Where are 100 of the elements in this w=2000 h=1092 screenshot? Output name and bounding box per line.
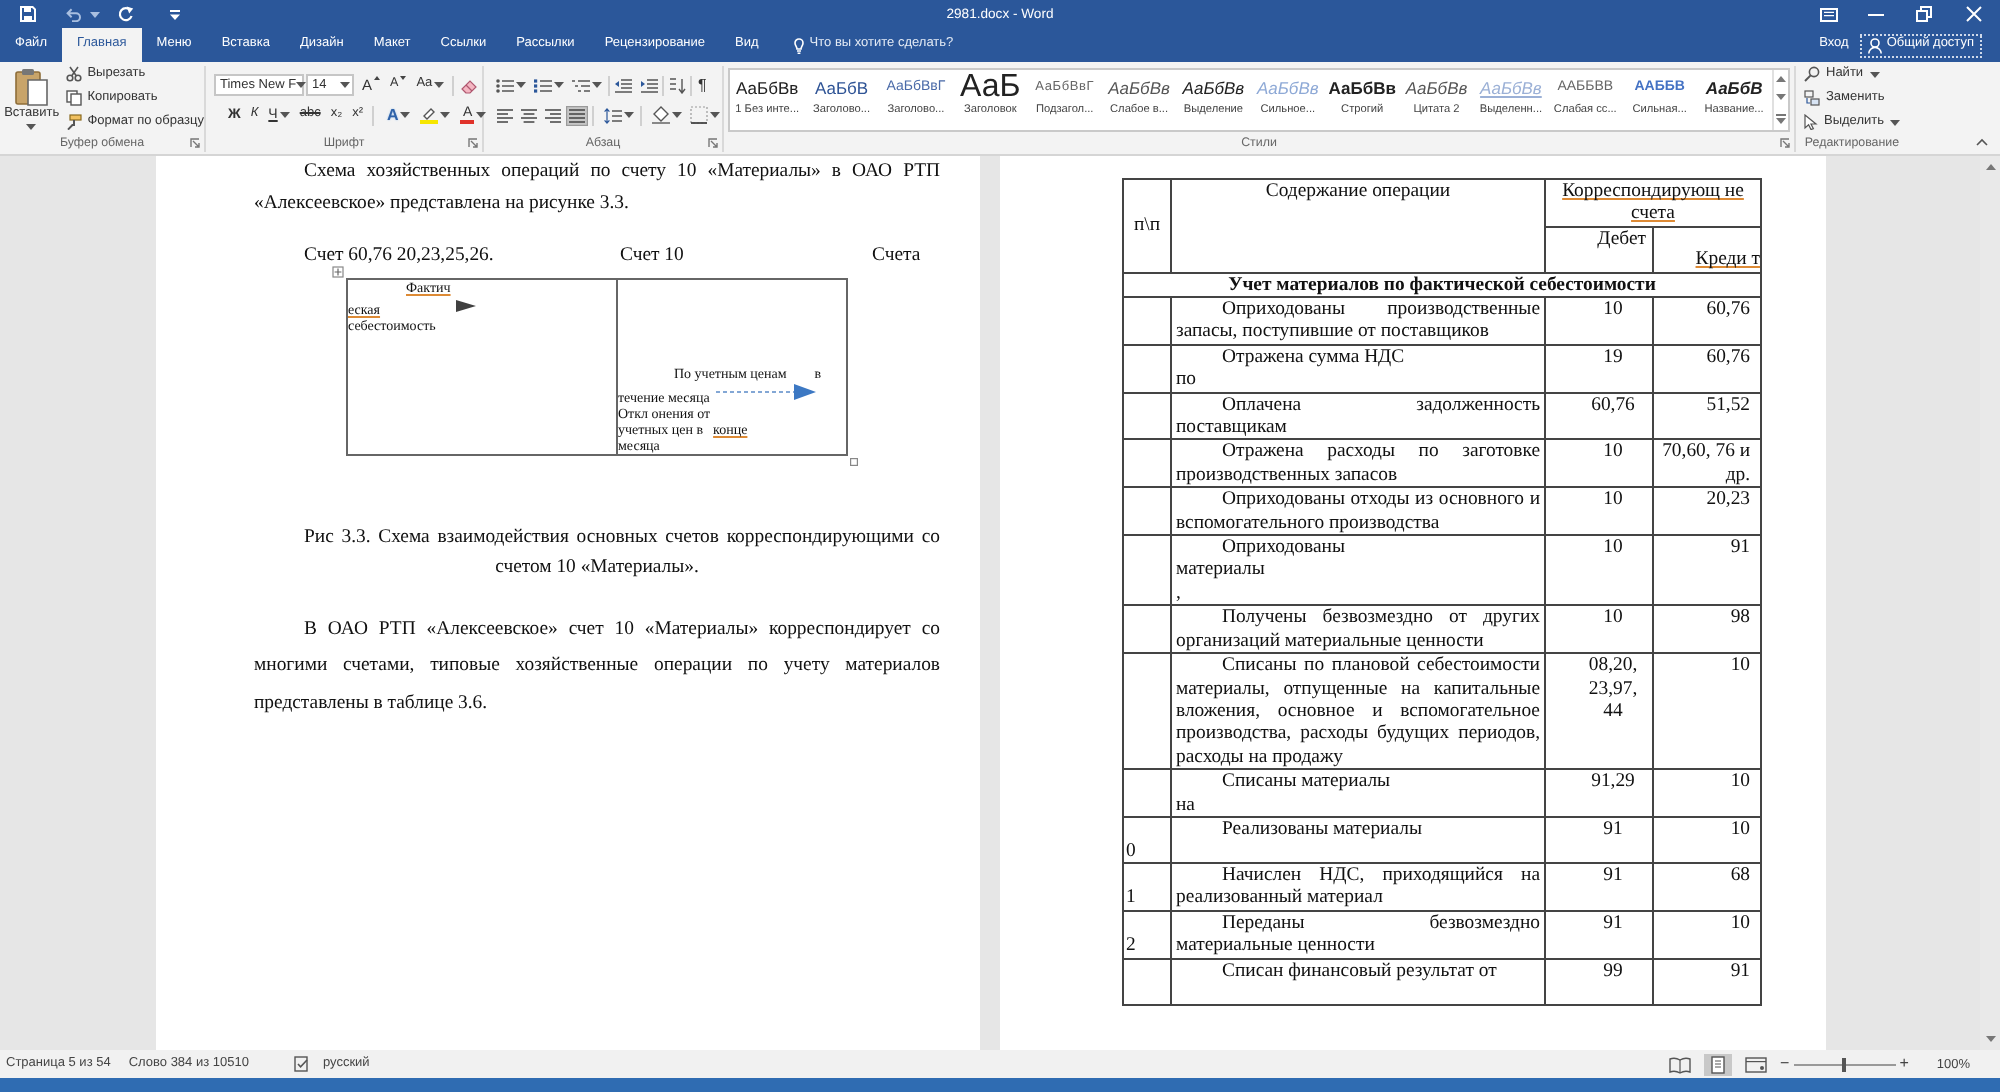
scroll-up-icon[interactable] <box>1985 164 1995 170</box>
bullets-button[interactable] <box>494 74 528 96</box>
dialog-launcher-icon[interactable] <box>190 138 200 148</box>
caret-icon <box>440 112 451 118</box>
dashed-arrow-icon <box>715 384 816 400</box>
table-cell: 19 <box>1545 344 1653 393</box>
dialog-launcher-icon[interactable] <box>708 138 718 148</box>
ribbon-display-icon[interactable] <box>1820 7 1838 21</box>
table-cell: 60,76 <box>1653 297 1762 345</box>
line-spacing-button[interactable] <box>602 104 636 126</box>
caret-icon <box>26 123 37 129</box>
table-cell: Оплачена задолженность поставщикам <box>1171 392 1545 440</box>
zoom-in-button[interactable]: + <box>1899 1056 1909 1072</box>
read-mode-icon[interactable] <box>1666 1053 1695 1075</box>
paint-bucket-icon <box>652 106 670 124</box>
borders-icon <box>690 106 708 124</box>
multilevel-list-button[interactable] <box>570 74 604 96</box>
align-left-icon[interactable] <box>494 105 516 125</box>
brush-icon <box>65 114 82 130</box>
account-heading: Счет 60,76 20,23,25,26. <box>304 242 494 270</box>
print-layout-icon[interactable] <box>1704 1053 1733 1075</box>
table-cell: Отражена сумма НДС по <box>1171 344 1545 393</box>
gallery-more-icon[interactable] <box>1775 113 1786 124</box>
line-spacing-icon <box>604 107 622 123</box>
table-cell: 10 <box>1653 910 1762 959</box>
account-heading: Счет 10 <box>620 242 684 270</box>
table-cell: 91 <box>1653 535 1762 606</box>
eraser-icon[interactable] <box>460 77 479 93</box>
justify-icon[interactable] <box>566 105 588 125</box>
table-cell: Списаны по плановой себестоимости материалы, отпущенные на капитальные вложения, основное и вспомогательное производства, расходы будущих периодов, расходы на продажу <box>1171 653 1545 770</box>
customize-toolbar-icon[interactable] <box>170 9 180 19</box>
multilevel-list-icon <box>572 77 590 93</box>
table-cell: 2 <box>1123 910 1171 959</box>
show-marks-button[interactable]: ¶ <box>696 74 709 96</box>
align-right-icon[interactable] <box>542 105 564 125</box>
undo-icon[interactable] <box>66 7 82 21</box>
table-cell: 91 <box>1545 862 1653 911</box>
table-cell: Списан финансовый результат от <box>1171 958 1545 1005</box>
caret-icon <box>400 112 411 118</box>
close-icon[interactable] <box>1966 6 1982 22</box>
borders-button[interactable] <box>688 104 722 126</box>
increase-indent-icon[interactable] <box>640 77 658 93</box>
caret-icon <box>672 112 682 118</box>
caret-icon <box>592 82 602 88</box>
cursor-icon <box>1804 114 1818 130</box>
collapse-ribbon-icon[interactable] <box>1976 138 1988 146</box>
table-cell: 99 <box>1545 958 1653 1005</box>
dialog-launcher-icon[interactable] <box>468 138 478 148</box>
table-cell: 0 <box>1123 816 1171 863</box>
search-icon <box>1804 66 1820 82</box>
numbering-button[interactable] <box>532 74 566 96</box>
figure-caption: Рис 3.3. Схема взаимодействия основных счетов корреспондирующими со счетом 10 «Материалы». <box>302 523 940 581</box>
caret-icon <box>340 82 350 88</box>
move-handle-icon[interactable] <box>332 266 344 278</box>
text-effects-button[interactable]: A <box>385 104 413 126</box>
scroll-down-icon[interactable] <box>1985 1036 1995 1042</box>
caret-icon <box>516 82 526 88</box>
table-cell: Оприходованы материалы , <box>1171 535 1545 606</box>
table-cell: Оприходованы отходы из основного и вспомогательного производства <box>1171 487 1545 536</box>
body-paragraph: В ОАО РТП «Алексеевское» счет 10 «Материалы» корреспондирует со многими счетами, типовые хозяйственные операции по учету материалов представлены в таблице 3.6. <box>254 615 940 717</box>
zoom-out-button[interactable]: − <box>1780 1056 1790 1072</box>
column-header: Содержание операции <box>1171 179 1545 273</box>
caret-icon <box>279 112 290 118</box>
caret-icon <box>476 112 487 118</box>
table-cell: Получены безвозмездно от других организаций материальные ценности <box>1171 605 1545 654</box>
table-cell: Переданы безвозмездно материальные ценности <box>1171 910 1545 959</box>
table-cell: Реализованы материалы <box>1171 816 1545 863</box>
restore-icon[interactable] <box>1916 6 1932 22</box>
table-cell: 91 <box>1545 816 1653 863</box>
decrease-indent-icon[interactable] <box>614 77 632 93</box>
caret-icon <box>1890 119 1900 125</box>
caret-icon <box>434 82 445 88</box>
caret-icon <box>624 112 634 118</box>
book-check-icon[interactable] <box>294 1056 311 1072</box>
sort-icon[interactable] <box>668 77 686 93</box>
caret-icon <box>554 82 564 88</box>
redo-icon[interactable] <box>118 6 134 22</box>
minimize-icon[interactable] <box>1868 13 1884 15</box>
scroll-up-icon[interactable] <box>1775 76 1786 83</box>
dialog-launcher-icon[interactable] <box>1780 138 1790 148</box>
resize-handle-icon[interactable] <box>850 458 858 466</box>
table-cell: 91 <box>1653 958 1762 1005</box>
align-center-icon[interactable] <box>518 105 540 125</box>
highlight-button[interactable] <box>418 104 453 126</box>
table-cell: Начислен НДС, приходящийся на реализованный материал <box>1171 862 1545 911</box>
shading-button[interactable] <box>650 104 684 126</box>
table-cell: 98 <box>1653 605 1762 654</box>
caret-icon <box>296 82 307 88</box>
scroll-down-icon[interactable] <box>1775 94 1786 101</box>
zoom-thumb[interactable] <box>1842 1057 1847 1071</box>
person-icon <box>1868 37 1883 53</box>
arrowhead-icon <box>456 300 477 312</box>
replace-icon <box>1804 90 1820 106</box>
table-cell: 10 <box>1545 297 1653 345</box>
table-cell: 10 <box>1653 816 1762 863</box>
caret-icon <box>90 11 100 17</box>
save-icon[interactable] <box>20 6 36 22</box>
web-layout-icon[interactable] <box>1742 1053 1771 1075</box>
copy-icon <box>65 90 82 106</box>
table-cell: Отражена расходы по заготовке производственных запасов <box>1171 439 1545 488</box>
